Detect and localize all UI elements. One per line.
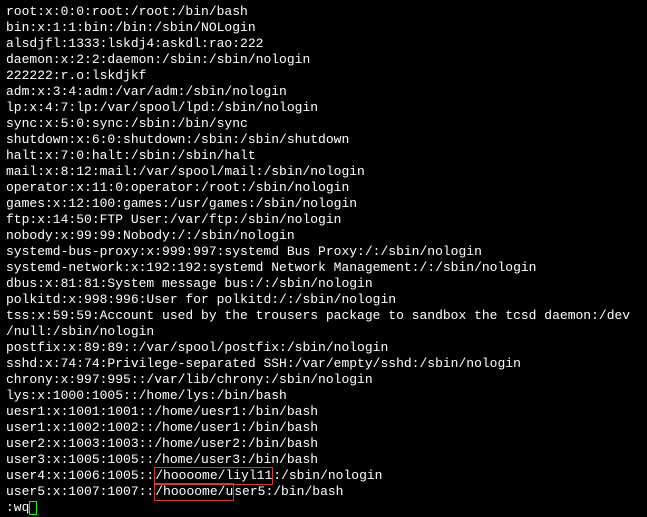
line-text: nobody:x:99:99:Nobody:/:/sbin/nologin — [6, 228, 295, 243]
line-text: games:x:12:100:games:/usr/games:/sbin/no… — [6, 196, 357, 211]
file-line: user4:x:1006:1005::/hoooome/liyl11:/sbin… — [6, 468, 641, 484]
file-line: games:x:12:100:games:/usr/games:/sbin/no… — [6, 196, 641, 212]
line-text: user5:x:1007:1007:: — [6, 484, 154, 499]
line-text: systemd-bus-proxy:x:999:997:systemd Bus … — [6, 244, 482, 259]
file-line: uesr1:x:1001:1001::/home/uesr1:/bin/bash — [6, 404, 641, 420]
file-line: adm:x:3:4:adm:/var/adm:/sbin/nologin — [6, 84, 641, 100]
line-text: user2:x:1003:1003::/home/user2:/bin/bash — [6, 436, 318, 451]
file-line: user1:x:1002:1002::/home/user1:/bin/bash — [6, 420, 641, 436]
file-line: sync:x:5:0:sync:/sbin:/bin/sync — [6, 116, 641, 132]
line-text: lp:x:4:7:lp:/var/spool/lpd:/sbin/nologin — [6, 100, 318, 115]
line-text: operator:x:11:0:operator:/root:/sbin/nol… — [6, 180, 349, 195]
line-text: user4:x:1006:1005:: — [6, 468, 154, 483]
line-text: ftp:x:14:50:FTP User:/var/ftp:/sbin/nolo… — [6, 212, 341, 227]
highlight-box: /hoooome/u — [154, 483, 234, 501]
file-line: alsdjfl:1333:lskdj4:askdl:rao:222 — [6, 36, 641, 52]
file-line: shutdown:x:6:0:shutdown:/sbin:/sbin/shut… — [6, 132, 641, 148]
line-text: mail:x:8:12:mail:/var/spool/mail:/sbin/n… — [6, 164, 365, 179]
file-line: 222222:r.o:lskdjkf — [6, 68, 641, 84]
line-text: root:x:0:0:root:/root:/bin/bash — [6, 4, 248, 19]
file-line: lp:x:4:7:lp:/var/spool/lpd:/sbin/nologin — [6, 100, 641, 116]
file-line: operator:x:11:0:operator:/root:/sbin/nol… — [6, 180, 641, 196]
line-text: /null:/sbin/nologin — [6, 324, 154, 339]
file-line: lys:x:1000:1005::/home/lys:/bin/bash — [6, 388, 641, 404]
file-line: bin:x:1:1:bin:/bin:/sbin/NOLogin — [6, 20, 641, 36]
file-line: user3:x:1005:1005::/home/user3:/bin/bash — [6, 452, 641, 468]
line-text: sshd:x:74:74:Privilege-separated SSH:/va… — [6, 356, 521, 371]
line-text: user3:x:1005:1005::/home/user3:/bin/bash — [6, 452, 318, 467]
line-text: sync:x:5:0:sync:/sbin:/bin/sync — [6, 116, 248, 131]
line-text: chrony:x:997:995::/var/lib/chrony:/sbin/… — [6, 372, 373, 387]
line-text: bin:x:1:1:bin:/bin:/sbin/NOLogin — [6, 20, 256, 35]
file-line: chrony:x:997:995::/var/lib/chrony:/sbin/… — [6, 372, 641, 388]
file-line: systemd-network:x:192:192:systemd Networ… — [6, 260, 641, 276]
line-text: 222222:r.o:lskdjkf — [6, 68, 146, 83]
line-text: uesr1:x:1001:1001::/home/uesr1:/bin/bash — [6, 404, 318, 419]
terminal-viewport[interactable]: root:x:0:0:root:/root:/bin/bashbin:x:1:1… — [0, 0, 647, 517]
file-line: systemd-bus-proxy:x:999:997:systemd Bus … — [6, 244, 641, 260]
line-text: user1:x:1002:1002::/home/user1:/bin/bash — [6, 420, 318, 435]
line-text: dbus:x:81:81:System message bus:/:/sbin/… — [6, 276, 373, 291]
line-text: alsdjfl:1333:lskdj4:askdl:rao:222 — [6, 36, 263, 51]
line-text: lys:x:1000:1005::/home/lys:/bin/bash — [6, 388, 287, 403]
file-line: postfix:x:89:89::/var/spool/postfix:/sbi… — [6, 340, 641, 356]
line-text: daemon:x:2:2:daemon:/sbin:/sbin/nologin — [6, 52, 310, 67]
line-text: polkitd:x:998:996:User for polkitd:/:/sb… — [6, 292, 396, 307]
file-line: nobody:x:99:99:Nobody:/:/sbin/nologin — [6, 228, 641, 244]
line-text: ser5:/bin/bash — [234, 484, 343, 499]
file-line: tss:x:59:59:Account used by the trousers… — [6, 308, 641, 324]
vim-command-line[interactable]: :wq — [6, 500, 641, 516]
file-line: /null:/sbin/nologin — [6, 324, 641, 340]
file-line: mail:x:8:12:mail:/var/spool/mail:/sbin/n… — [6, 164, 641, 180]
line-text: tss:x:59:59:Account used by the trousers… — [6, 308, 630, 323]
line-text: :/sbin/nologin — [273, 468, 382, 483]
file-line: root:x:0:0:root:/root:/bin/bash — [6, 4, 641, 20]
cursor-icon — [29, 501, 37, 515]
file-line: dbus:x:81:81:System message bus:/:/sbin/… — [6, 276, 641, 292]
file-line: daemon:x:2:2:daemon:/sbin:/sbin/nologin — [6, 52, 641, 68]
file-line: user5:x:1007:1007::/hoooome/user5:/bin/b… — [6, 484, 641, 500]
line-text: halt:x:7:0:halt:/sbin:/sbin/halt — [6, 148, 256, 163]
command-text: :wq — [6, 500, 29, 515]
file-line: sshd:x:74:74:Privilege-separated SSH:/va… — [6, 356, 641, 372]
file-line: polkitd:x:998:996:User for polkitd:/:/sb… — [6, 292, 641, 308]
file-line: ftp:x:14:50:FTP User:/var/ftp:/sbin/nolo… — [6, 212, 641, 228]
line-text: postfix:x:89:89::/var/spool/postfix:/sbi… — [6, 340, 388, 355]
file-line: halt:x:7:0:halt:/sbin:/sbin/halt — [6, 148, 641, 164]
line-text: adm:x:3:4:adm:/var/adm:/sbin/nologin — [6, 84, 287, 99]
line-text: shutdown:x:6:0:shutdown:/sbin:/sbin/shut… — [6, 132, 349, 147]
line-text: systemd-network:x:192:192:systemd Networ… — [6, 260, 537, 275]
file-line: user2:x:1003:1003::/home/user2:/bin/bash — [6, 436, 641, 452]
